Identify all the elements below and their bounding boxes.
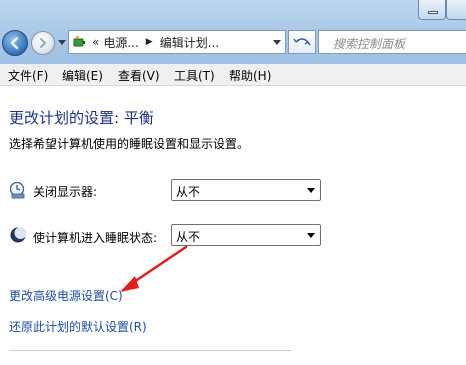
address-bar[interactable]: « 电源... ▶ 编辑计划... — [68, 30, 286, 54]
page-title: 更改计划的设置: 平衡 — [9, 109, 154, 127]
recent-pages-dropdown[interactable] — [58, 40, 66, 45]
menu-file[interactable]: 文件(F) — [8, 67, 48, 84]
maximize-button[interactable] — [446, 0, 466, 20]
refresh-icon — [293, 38, 311, 46]
control-panel-window: « 电源... ▶ 编辑计划... 搜索控制面板 文件(F) 编辑(E) 查看(… — [0, 0, 466, 365]
address-overflow-chevron[interactable]: « — [92, 35, 99, 49]
power-options-icon — [71, 33, 89, 51]
menu-view[interactable]: 查看(V) — [118, 67, 160, 84]
back-button[interactable] — [2, 30, 28, 56]
refresh-button[interactable] — [288, 30, 316, 54]
minimize-button[interactable] — [418, 0, 446, 20]
menu-bar: 文件(F) 编辑(E) 查看(V) 工具(T) 帮助(H) — [0, 64, 466, 86]
sleep-label: 使计算机进入睡眠状态: — [33, 231, 158, 245]
chevron-down-icon — [307, 188, 315, 193]
menu-edit[interactable]: 编辑(E) — [62, 67, 103, 84]
restore-defaults-link[interactable]: 还原此计划的默认设置(R) — [9, 318, 147, 335]
minimize-icon — [428, 11, 438, 14]
display-timer-icon — [9, 181, 27, 199]
menu-help[interactable]: 帮助(H) — [229, 67, 271, 84]
chevron-down-icon — [273, 39, 281, 45]
breadcrumb-power-options[interactable]: 电源... — [103, 34, 138, 51]
forward-button[interactable] — [31, 31, 55, 55]
back-arrow-icon — [10, 36, 19, 50]
display-off-label: 关闭显示器: — [33, 185, 98, 199]
page-description: 选择希望计算机使用的睡眠设置和显示设置。 — [9, 137, 250, 151]
display-off-select[interactable]: 从不 — [171, 179, 321, 201]
menu-tools[interactable]: 工具(T) — [174, 67, 215, 84]
sleep-value: 从不 — [176, 230, 201, 244]
chevron-down-icon — [307, 233, 315, 238]
window-toolbar: « 电源... ▶ 编辑计划... 搜索控制面板 — [0, 0, 466, 64]
breadcrumb-separator-icon[interactable]: ▶ — [146, 37, 153, 47]
display-off-value: 从不 — [176, 185, 201, 199]
advanced-power-settings-link[interactable]: 更改高级电源设置(C) — [9, 287, 123, 304]
sleep-moon-icon — [9, 226, 27, 244]
search-input[interactable]: 搜索控制面板 — [333, 35, 405, 52]
sleep-select[interactable]: 从不 — [171, 224, 321, 246]
search-box[interactable]: 搜索控制面板 — [318, 30, 466, 54]
divider — [9, 350, 291, 351]
address-history-dropdown[interactable] — [269, 31, 285, 53]
breadcrumb-edit-plan[interactable]: 编辑计划... — [160, 34, 219, 51]
forward-arrow-icon — [40, 38, 46, 48]
